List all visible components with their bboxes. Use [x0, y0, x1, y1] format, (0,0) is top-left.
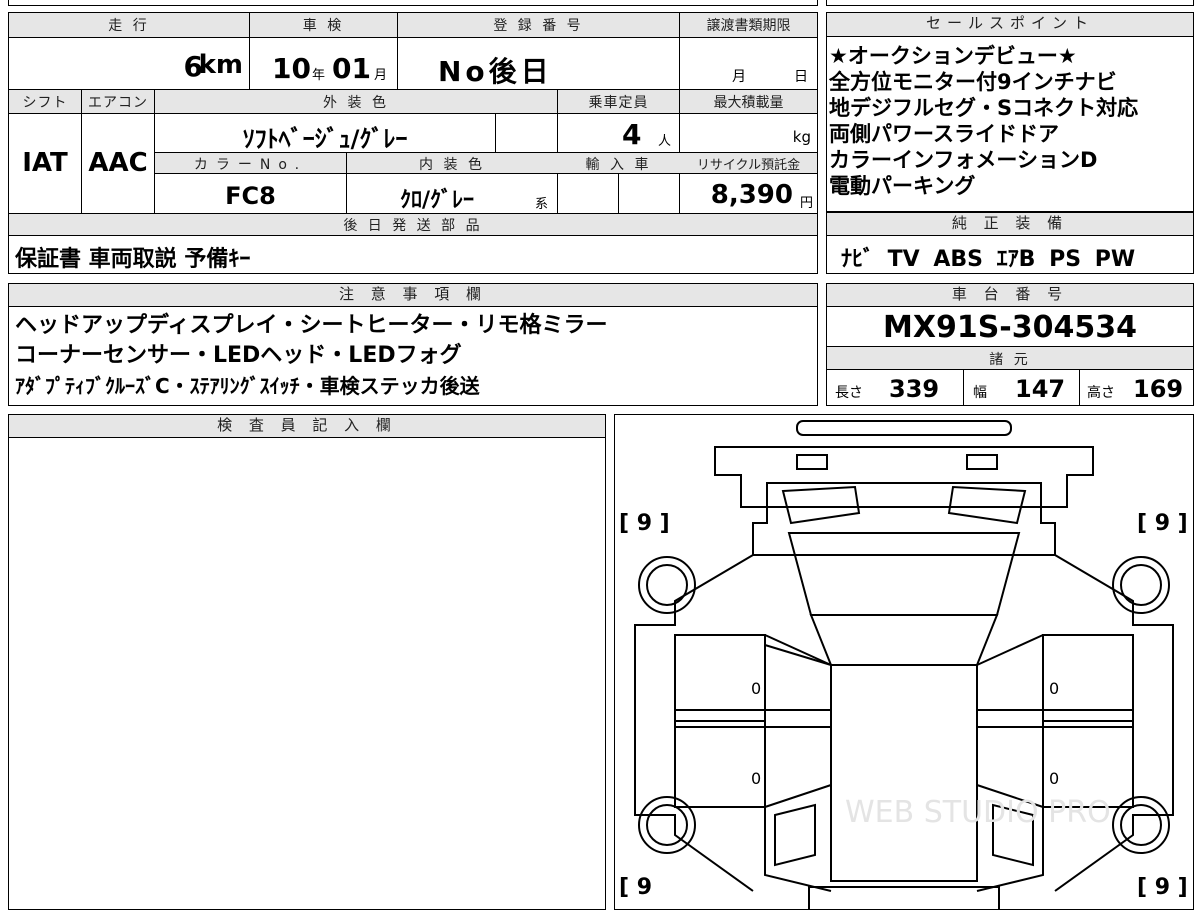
shift-label: シフト: [22, 95, 68, 111]
color-no-value: FC8: [225, 182, 276, 210]
notes-label: 注 意 事 項 欄: [9, 284, 817, 307]
interior-color-label: 内 装 色: [419, 157, 485, 173]
capacity-value: 4: [622, 118, 642, 151]
registration-cell: No後日: [398, 38, 679, 89]
top-strip-right: [826, 0, 1194, 6]
interior-color-value: ｸﾛ/ｸﾞﾚｰ: [399, 188, 475, 213]
height-value: 169: [1133, 375, 1184, 403]
color-no-label: カラーNo.: [193, 157, 308, 173]
mileage-cell: 6 km: [9, 38, 249, 89]
recycle-deposit-label: リサイクル預託金: [696, 158, 801, 173]
chassis-number-value: MX91S-304534: [882, 310, 1138, 345]
transfer-day: 日: [794, 69, 808, 85]
max-load-label: 最大積載量: [713, 95, 784, 111]
max-load-unit: kg: [792, 128, 811, 146]
length-label: 長さ: [835, 385, 863, 401]
note-line: コーナーセンサー・LEDヘッド・LEDフォグ: [15, 343, 462, 368]
genuine-equipment-label: 純 正 装 備: [827, 213, 1193, 236]
inspection-month: 01: [332, 52, 371, 85]
watermark: WEB STUDIO PRO: [845, 795, 1111, 830]
car-damage-diagram: [ 9 ] [ 9 ] [ 9 [ 9 ] 0 0 0 0 WEB STUDIO…: [614, 414, 1194, 910]
car-outline: [634, 420, 1174, 909]
shift-value: IAT: [22, 148, 68, 178]
recycle-value: 8,390: [710, 180, 793, 210]
sales-point-line: カラーインフォメーションD: [829, 148, 1098, 172]
later-parts-value: 保証書 車両取説 予備ｷｰ: [15, 247, 251, 272]
sales-point-line: 地デジフルセグ・Sコネクト対応: [829, 96, 1139, 120]
inspector-label: 検 査 員 記 入 欄: [9, 415, 605, 438]
tire-front-right-grade: [ 9 ]: [1137, 511, 1188, 536]
capacity-unit: 人: [658, 134, 672, 149]
ac-value: AAC: [88, 148, 148, 178]
chassis-panel: 車 台 番 号 MX91S-304534 諸 元 長さ 339 幅 147 高さ…: [826, 283, 1194, 406]
door-front-left-count: 0: [751, 679, 762, 698]
import-label: 輸 入 車: [585, 157, 652, 173]
note-line: ヘッドアップディスプレイ・シートヒーター・リモ格ミラー: [15, 313, 608, 338]
sales-point-line: 全方位モニター付9インチナビ: [829, 70, 1117, 94]
vehicle-info-sheet: 走 行 車 検 登 録 番 号 譲渡書類期限 6 km 10 年 01 月 No…: [8, 12, 818, 274]
capacity-label: 乗車定員: [588, 95, 649, 111]
length-value: 339: [889, 375, 940, 403]
interior-suffix: 系: [535, 197, 549, 212]
exterior-color-label: 外 装 色: [323, 95, 389, 111]
door-rear-right-count: 0: [1049, 769, 1060, 788]
exterior-color-value: ｿﾌﾄﾍﾞｰｼﾞｭ/ｸﾞﾚｰ: [242, 125, 408, 153]
inspection-label: 車 検: [302, 18, 345, 34]
height-label: 高さ: [1087, 385, 1115, 401]
sales-points-panel: セールスポイント ★オークションデビュー★ 全方位モニター付9インチナビ 地デジ…: [826, 12, 1194, 212]
chassis-number-label: 車 台 番 号: [827, 284, 1193, 307]
inspector-panel: 検 査 員 記 入 欄: [8, 414, 606, 910]
registration-value: No後日: [438, 55, 553, 88]
max-load-cell: kg: [680, 114, 817, 152]
sales-point-line: ★オークションデビュー★: [829, 44, 1077, 68]
later-parts-label: 後 日 発 送 部 品: [343, 218, 483, 234]
ac-label: エアコン: [88, 95, 148, 111]
transfer-deadline-label: 譲渡書類期限: [706, 18, 791, 34]
genuine-equipment-value: ﾅﾋﾞ TV ABS ｴｱB PS PW: [841, 247, 1136, 272]
recycle-cell: 8,390 円: [680, 174, 817, 213]
sales-point-line: 両側パワースライドドア: [829, 122, 1059, 146]
top-strip: [8, 0, 818, 6]
inspection-year: 10: [272, 52, 311, 85]
door-front-right-count: 0: [1049, 679, 1060, 698]
note-line: ｱﾀﾞﾌﾟﾃｨﾌﾞｸﾙｰｽﾞC・ｽﾃｱﾘﾝｸﾞｽｲｯﾁ・車検ステッカ後送: [15, 374, 480, 398]
registration-label: 登 録 番 号: [493, 18, 584, 34]
sales-points-list: ★オークションデビュー★ 全方位モニター付9インチナビ 地デジフルセグ・Sコネク…: [829, 43, 1193, 199]
inspection-month-unit: 月: [374, 68, 388, 83]
genuine-equipment-panel: 純 正 装 備 ﾅﾋﾞ TV ABS ｴｱB PS PW: [826, 212, 1194, 274]
recycle-unit: 円: [799, 196, 813, 211]
transfer-deadline-cell: 月 日: [680, 38, 817, 89]
notes-list: ヘッドアップディスプレイ・シートヒーター・リモ格ミラー コーナーセンサー・LED…: [15, 311, 607, 401]
capacity-cell: 4 人: [558, 114, 679, 152]
mileage-unit: km: [198, 50, 243, 80]
door-rear-left-count: 0: [751, 769, 762, 788]
sales-points-label: セールスポイント: [827, 13, 1193, 37]
sales-point-line: 電動パーキング: [829, 174, 976, 198]
tire-rear-right-grade: [ 9 ]: [1137, 875, 1188, 900]
mileage-label: 走 行: [108, 18, 150, 34]
inspection-cell: 10 年 01 月: [250, 38, 397, 89]
tire-rear-left-grade: [ 9: [619, 875, 653, 900]
tire-front-left-grade: [ 9 ]: [619, 511, 670, 536]
transfer-month: 月: [732, 69, 746, 85]
width-label: 幅: [973, 385, 987, 401]
width-value: 147: [1015, 375, 1066, 403]
specs-label: 諸 元: [989, 352, 1031, 368]
inspection-year-unit: 年: [312, 68, 326, 83]
notes-panel: 注 意 事 項 欄 ヘッドアップディスプレイ・シートヒーター・リモ格ミラー コー…: [8, 283, 818, 406]
